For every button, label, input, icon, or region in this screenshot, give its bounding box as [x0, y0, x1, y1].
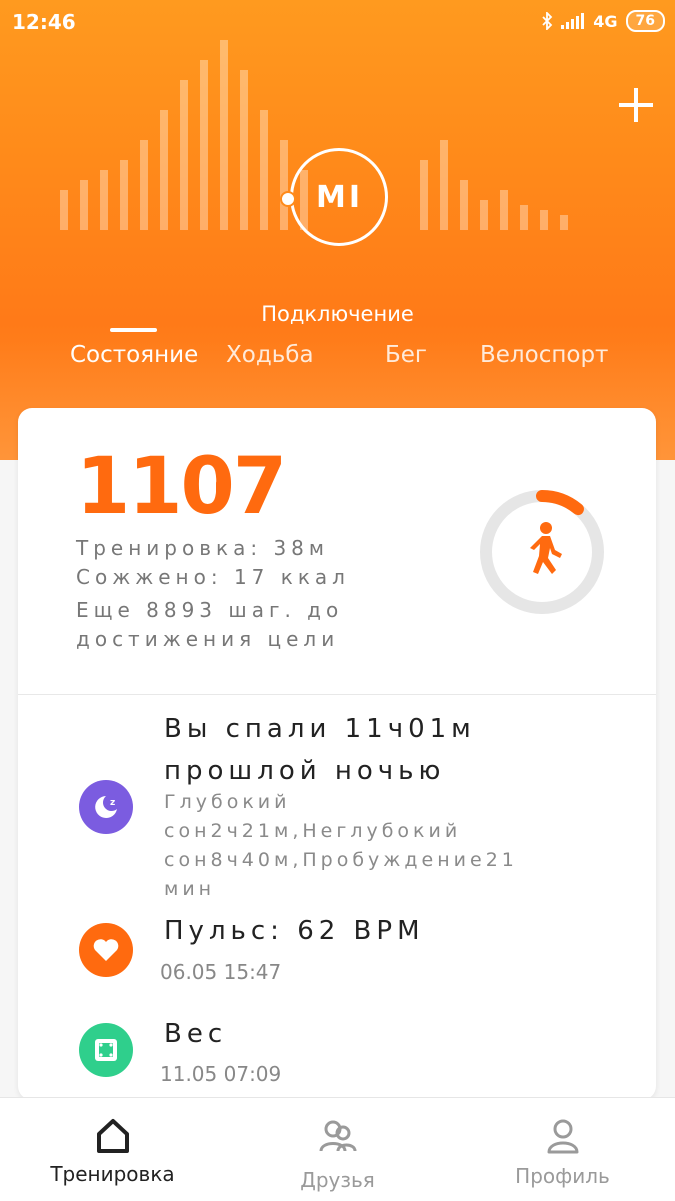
nav-workout[interactable]: Тренировка	[0, 1098, 225, 1201]
add-icon[interactable]	[619, 88, 653, 122]
active-tab-indicator	[110, 328, 157, 332]
status-time: 12:46	[12, 10, 76, 34]
weight-reading[interactable]: Вес	[164, 1019, 227, 1049]
nav-profile[interactable]: Профиль	[450, 1098, 675, 1201]
sleep-details: Глубокий сон2ч21м,Неглубокий сон8ч40м,Пр…	[164, 791, 518, 900]
friends-icon	[319, 1120, 356, 1152]
nav-friends[interactable]: Друзья	[225, 1098, 450, 1201]
goal-progress-ring[interactable]	[476, 486, 608, 618]
remaining-steps: Еще 8893 шаг. до	[76, 598, 344, 622]
divider	[18, 694, 656, 695]
status-bar: 12:46 4G 76	[0, 0, 675, 44]
step-count[interactable]: 1107	[76, 442, 287, 532]
profile-icon	[547, 1119, 578, 1154]
tab-walking[interactable]: Ходьба	[226, 342, 314, 368]
nav-friends-label: Друзья	[300, 1168, 375, 1192]
scale-icon	[79, 1023, 133, 1077]
sleep-icon: z	[79, 780, 133, 834]
svg-text:z: z	[110, 798, 115, 808]
tab-cycling[interactable]: Велоспорт	[480, 342, 608, 368]
walking-icon	[530, 522, 562, 574]
summary-card: 1107 Тренировка: 38м Сожжено: 17 ккал Ещ…	[18, 408, 656, 1100]
bottom-navigation: Тренировка Друзья Профиль	[0, 1097, 675, 1201]
signal-icon	[561, 13, 585, 29]
home-icon	[96, 1119, 129, 1153]
network-type: 4G	[593, 11, 618, 31]
mi-logo: MI	[316, 180, 364, 215]
nav-workout-label: Тренировка	[50, 1162, 175, 1186]
tab-running[interactable]: Бег	[385, 342, 427, 368]
remaining-steps-cont: достижения цели	[76, 627, 340, 651]
weight-timestamp: 11.05 07:09	[160, 1062, 282, 1086]
connection-status[interactable]: Подключение	[0, 302, 675, 326]
heart-icon	[79, 923, 133, 977]
activity-tabs: Состояние Ходьба Бег Велоспорт	[0, 342, 675, 382]
battery-indicator: 76	[625, 10, 665, 32]
nav-profile-label: Профиль	[515, 1164, 610, 1188]
pulse-reading[interactable]: Пульс: 62 BPM	[164, 916, 425, 946]
calories-burned: Сожжено: 17 ккал	[76, 565, 350, 589]
workout-time: Тренировка: 38м	[76, 536, 329, 560]
tab-status[interactable]: Состояние	[70, 342, 198, 368]
band-icon	[216, 480, 227, 502]
status-icons: 4G 76	[541, 10, 665, 32]
pulse-timestamp: 06.05 15:47	[160, 960, 282, 984]
sleep-summary[interactable]: Вы спали 11ч01м прошлой ночью	[164, 708, 624, 792]
ring-dot	[280, 191, 296, 207]
bluetooth-icon	[542, 12, 553, 30]
header: 12:46 4G 76 MI Подключение Состояние Ход…	[0, 0, 675, 460]
